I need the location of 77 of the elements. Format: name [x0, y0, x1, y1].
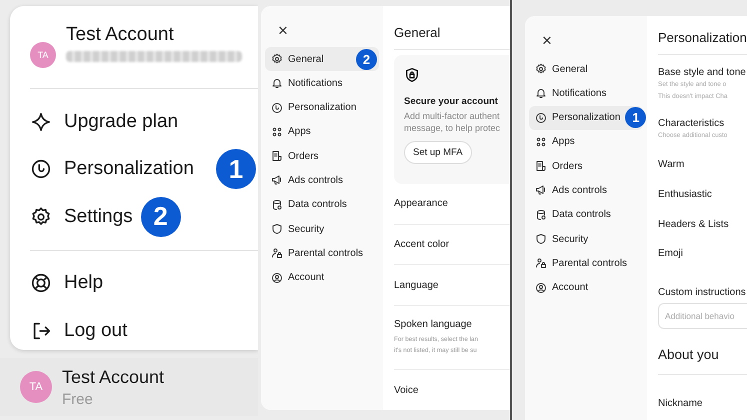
- setting-label: Voice: [394, 384, 420, 396]
- close-button[interactable]: ×: [271, 18, 295, 42]
- page-title: General: [394, 24, 442, 42]
- shield-icon: [271, 223, 283, 236]
- sidebar-item[interactable]: Security: [529, 227, 643, 252]
- sidebar-item[interactable]: Personalization: [265, 96, 379, 120]
- card-description: Add multi-factor authent message, to help protec: [404, 110, 500, 134]
- gear-icon: [271, 53, 283, 65]
- step-badge: 1: [216, 149, 256, 190]
- bell-icon: [535, 87, 547, 100]
- sidebar-item[interactable]: Ads controls: [529, 178, 643, 202]
- person-lock-icon: [535, 257, 547, 270]
- avatar: TA: [30, 42, 56, 68]
- menu-item[interactable]: Upgrade plan: [30, 98, 258, 146]
- grid-icon: [271, 126, 283, 138]
- megaphone-icon: [271, 174, 283, 186]
- step-badge: 1: [625, 107, 646, 128]
- setup-mfa-button[interactable]: Set up MFA: [404, 140, 472, 164]
- setting-label: Accent color: [394, 238, 450, 250]
- menu-item[interactable]: Settings 2: [30, 193, 258, 240]
- gear-icon: [535, 63, 547, 75]
- sidebar-item[interactable]: Data controls: [265, 192, 379, 217]
- setting-label: Enthusiastic: [658, 189, 712, 200]
- database-icon: [535, 208, 547, 221]
- database-icon: [271, 198, 283, 211]
- sidebar-item[interactable]: Ads controls: [265, 168, 379, 192]
- setting-label: Spoken language: [394, 319, 473, 330]
- sidebar-item[interactable]: Notifications: [529, 81, 643, 106]
- gear-icon: [30, 206, 52, 228]
- setting-label: Nickname: [658, 398, 702, 410]
- sidebar-item[interactable]: Apps: [529, 130, 643, 154]
- sidebar-item[interactable]: Orders: [265, 144, 379, 168]
- menu-item[interactable]: Personalization 1: [30, 146, 258, 193]
- setting-label: Emoji: [658, 248, 684, 260]
- field-label: Custom instructions: [658, 286, 747, 298]
- setting-label: Headers & Lists: [658, 218, 729, 230]
- sparkle-icon: [30, 110, 52, 133]
- sidebar-item[interactable]: General 2: [265, 47, 379, 71]
- grid-icon: [535, 136, 547, 148]
- menu-item[interactable]: Log out: [30, 307, 258, 354]
- shield-icon: [535, 233, 547, 246]
- shield-lock-icon: [404, 66, 420, 83]
- setting-label: Warm: [658, 159, 684, 170]
- menu-item[interactable]: Help: [30, 260, 258, 307]
- bell-icon: [271, 77, 283, 90]
- account-name: Test Account: [62, 366, 164, 388]
- setting-label: Characteristics: [658, 118, 726, 129]
- sidebar-item[interactable]: Account: [529, 276, 643, 300]
- instructions-field[interactable]: Additional behavio: [658, 302, 747, 329]
- sidebar-item[interactable]: Notifications: [265, 71, 379, 96]
- setting-label: Base style and tone: [658, 67, 747, 78]
- close-button[interactable]: ×: [535, 28, 559, 52]
- sidebar-item[interactable]: Apps: [265, 120, 379, 144]
- page-title: Personalization: [658, 29, 747, 47]
- plan-label: Free: [62, 390, 94, 408]
- sidebar-item[interactable]: Account: [265, 266, 379, 290]
- section-heading: About you: [658, 346, 719, 362]
- receipt-icon: [535, 160, 547, 172]
- sidebar-item[interactable]: General: [529, 57, 643, 81]
- megaphone-icon: [535, 184, 547, 196]
- card-title: Secure your account: [404, 96, 498, 107]
- sidebar-item[interactable]: Security: [265, 217, 379, 242]
- step-badge: 2: [140, 196, 181, 237]
- setting-label: Appearance: [394, 198, 449, 210]
- lifebuoy-icon: [30, 272, 52, 294]
- sidebar-item[interactable]: Orders: [529, 154, 643, 178]
- setting-label: Language: [394, 280, 440, 291]
- sidebar-item[interactable]: Data controls: [529, 202, 643, 227]
- step-badge: 2: [356, 48, 377, 70]
- sidebar-item[interactable]: Personalization 1: [529, 106, 643, 130]
- avatar: TA: [20, 371, 52, 403]
- sidebar-item[interactable]: Parental controls: [265, 241, 379, 266]
- account-footer[interactable]: TA Test Account Free: [0, 358, 258, 416]
- sidebar-item[interactable]: Parental controls: [529, 251, 643, 276]
- receipt-icon: [271, 150, 283, 162]
- account-name: Test Account: [66, 23, 175, 47]
- person-lock-icon: [271, 247, 283, 260]
